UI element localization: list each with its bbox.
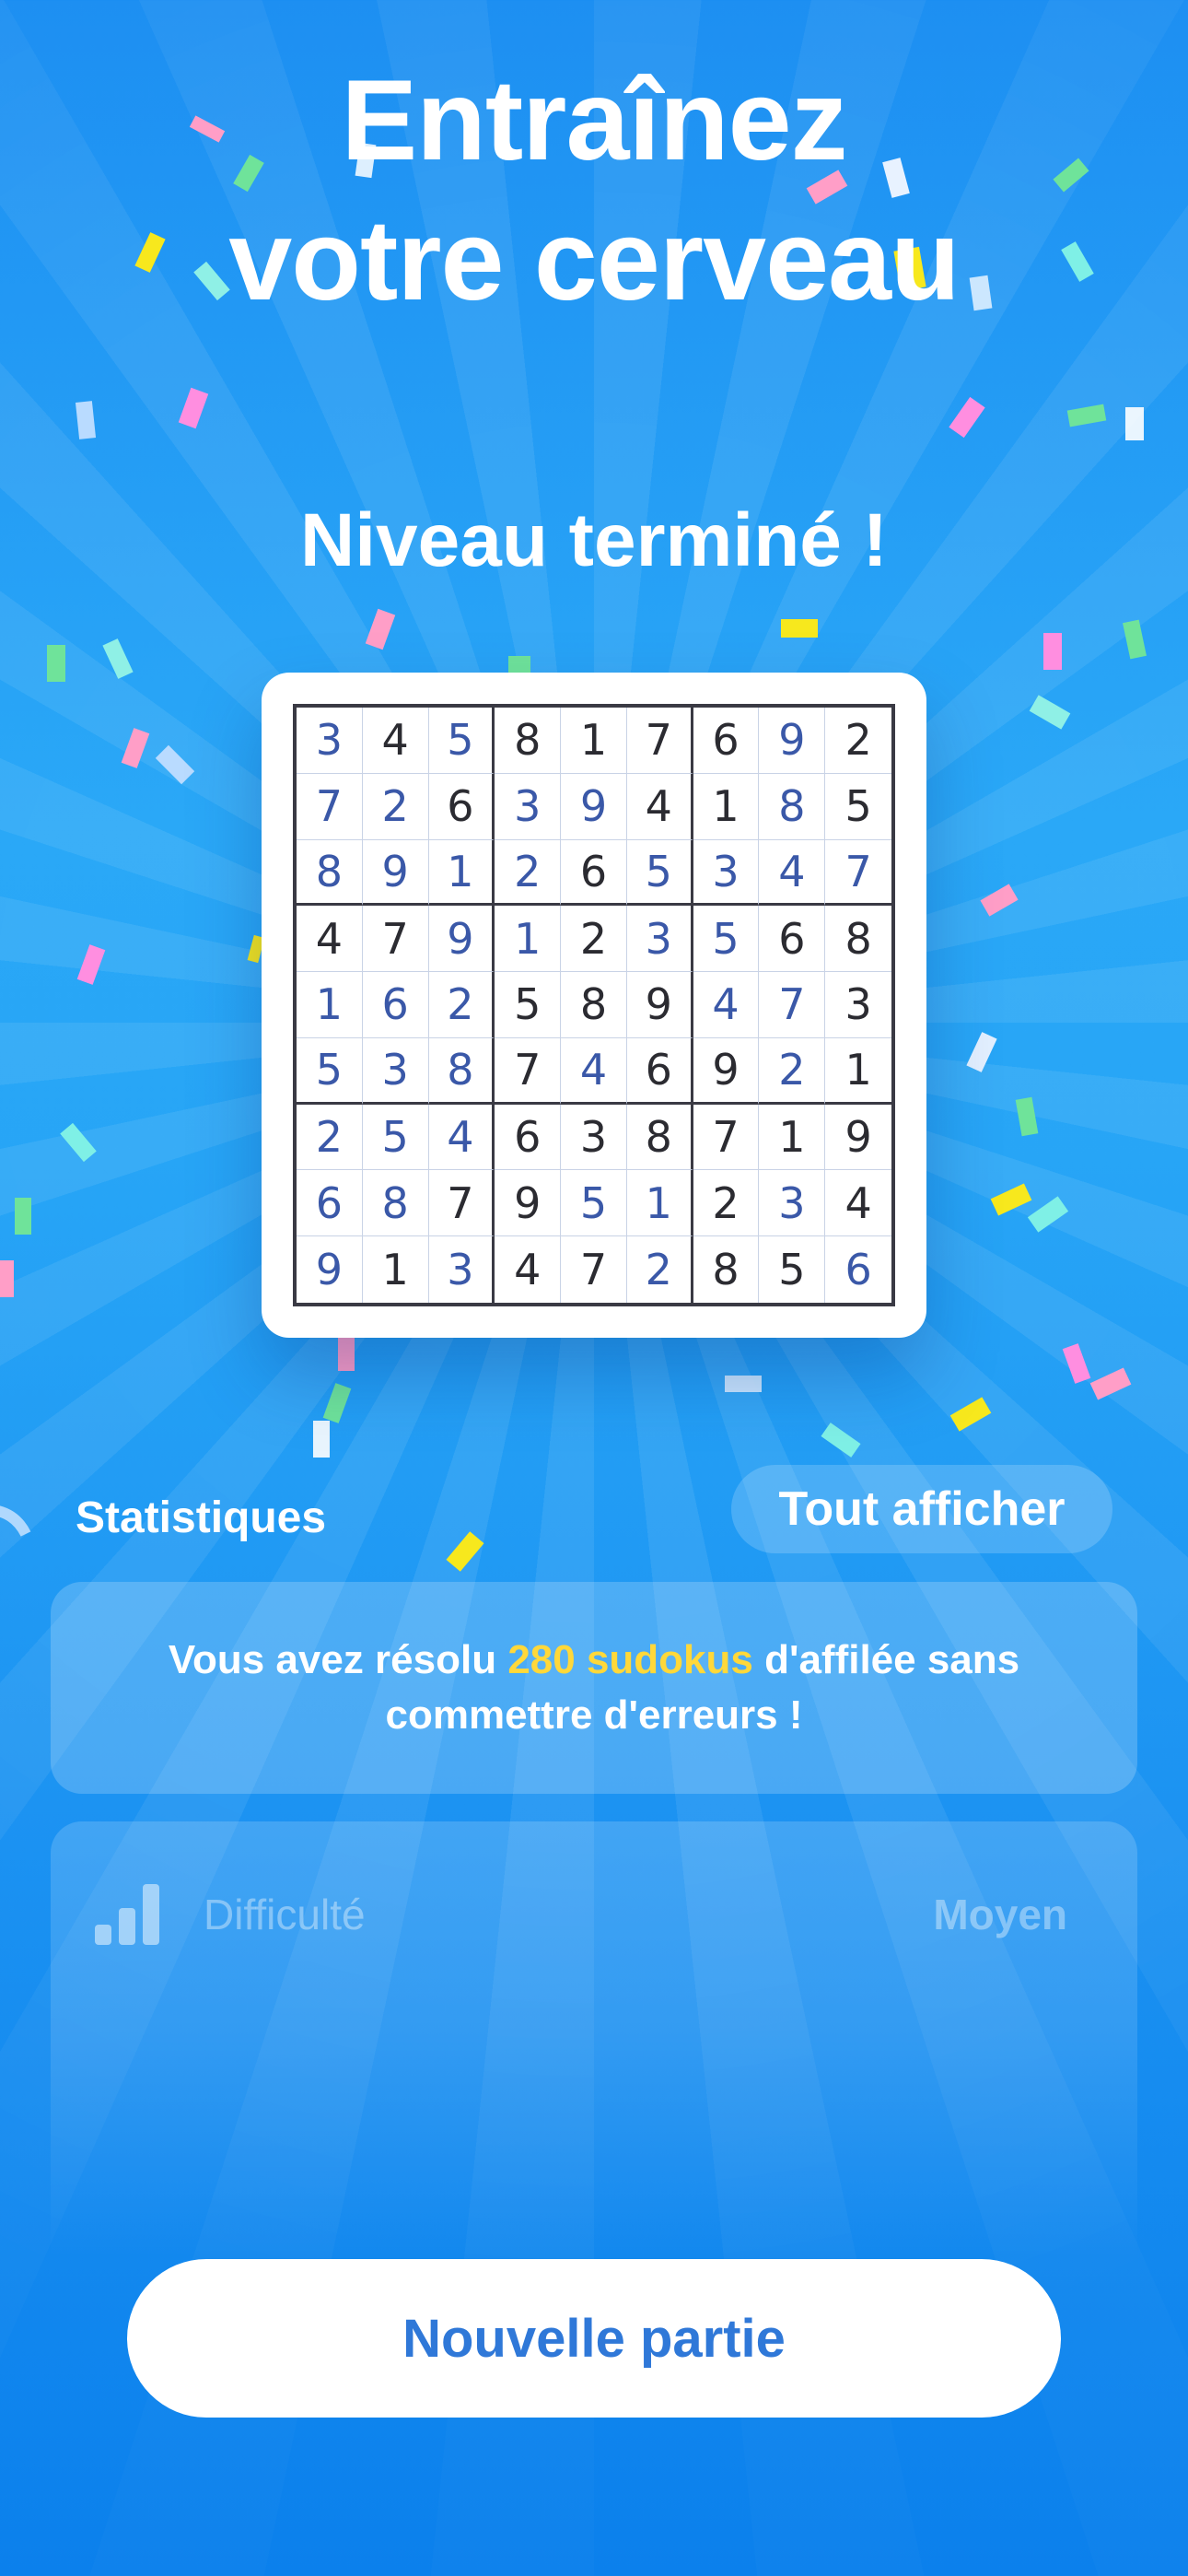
sudoku-cell: 1 bbox=[297, 972, 363, 1038]
sudoku-cell: 7 bbox=[825, 840, 891, 907]
sudoku-cell: 1 bbox=[693, 773, 760, 840]
sudoku-cell: 3 bbox=[759, 1170, 826, 1237]
sudoku-cell: 7 bbox=[759, 972, 826, 1038]
sudoku-cell: 7 bbox=[362, 906, 429, 973]
sudoku-cell: 3 bbox=[825, 972, 891, 1038]
sudoku-cell: 8 bbox=[362, 1170, 429, 1237]
new-game-button[interactable]: Nouvelle partie bbox=[127, 2259, 1061, 2418]
sudoku-cell: 9 bbox=[759, 708, 826, 774]
sudoku-cell: 2 bbox=[825, 708, 891, 774]
sudoku-board-card: 3458176927263941858912653474791235681625… bbox=[262, 673, 926, 1338]
sudoku-cell: 8 bbox=[626, 1104, 693, 1171]
sudoku-cell: 1 bbox=[825, 1038, 891, 1105]
sudoku-cell: 9 bbox=[693, 1037, 760, 1105]
sudoku-cell: 6 bbox=[297, 1170, 363, 1237]
sudoku-cell: 8 bbox=[693, 1236, 760, 1303]
sudoku-cell: 1 bbox=[626, 1170, 693, 1237]
sudoku-cell: 8 bbox=[825, 906, 891, 973]
sudoku-cell: 2 bbox=[627, 1236, 693, 1303]
sudoku-cell: 3 bbox=[693, 839, 760, 907]
sudoku-cell: 9 bbox=[626, 972, 693, 1038]
sudoku-cell: 8 bbox=[759, 773, 826, 840]
sudoku-cell: 6 bbox=[693, 708, 760, 774]
streak-message: Vous avez résolu 280 sudokus d'affilée s… bbox=[134, 1633, 1054, 1743]
headline-line2: votre cerveau bbox=[228, 197, 960, 324]
sudoku-cell: 2 bbox=[693, 1170, 760, 1237]
sudoku-cell: 7 bbox=[297, 773, 363, 840]
sudoku-cell: 3 bbox=[626, 906, 693, 973]
sudoku-cell: 6 bbox=[495, 1104, 562, 1171]
sudoku-cell: 9 bbox=[362, 839, 429, 907]
sudoku-cell: 2 bbox=[561, 906, 627, 973]
difficulty-label: Difficulté bbox=[204, 1891, 366, 1938]
sudoku-grid: 3458176927263941858912653474791235681625… bbox=[293, 704, 895, 1306]
sudoku-cell: 5 bbox=[759, 1236, 826, 1303]
sudoku-cell: 1 bbox=[495, 906, 562, 973]
headline-line1: Entraînez bbox=[341, 57, 847, 184]
sudoku-cell: 4 bbox=[428, 1104, 495, 1171]
sudoku-cell: 7 bbox=[693, 1104, 760, 1171]
sudoku-cell: 9 bbox=[825, 1105, 891, 1171]
sudoku-cell: 4 bbox=[561, 1037, 627, 1105]
sudoku-cell: 9 bbox=[495, 1170, 562, 1237]
sudoku-cell: 1 bbox=[759, 1104, 826, 1171]
sudoku-cell: 4 bbox=[297, 906, 363, 973]
sudoku-cell: 4 bbox=[693, 972, 760, 1038]
sudoku-cell: 2 bbox=[428, 972, 495, 1038]
sudoku-cell: 9 bbox=[428, 906, 495, 973]
sudoku-cell: 1 bbox=[363, 1236, 429, 1303]
sudoku-cell: 4 bbox=[759, 839, 826, 907]
sudoku-cell: 4 bbox=[362, 708, 429, 774]
sudoku-cell: 7 bbox=[626, 708, 693, 774]
sudoku-cell: 2 bbox=[362, 773, 429, 840]
sudoku-cell: 4 bbox=[825, 1170, 891, 1237]
view-all-button[interactable]: Tout afficher bbox=[731, 1465, 1112, 1553]
sudoku-cell: 1 bbox=[561, 708, 627, 774]
sudoku-cell: 8 bbox=[297, 839, 363, 907]
sudoku-cell: 4 bbox=[626, 773, 693, 840]
difficulty-value: Moyen bbox=[933, 1891, 1067, 1938]
sudoku-cell: 8 bbox=[428, 1037, 495, 1105]
sudoku-cell: 6 bbox=[561, 839, 627, 907]
sudoku-cell: 5 bbox=[561, 1170, 627, 1237]
sudoku-cell: 5 bbox=[626, 839, 693, 907]
sudoku-cell: 7 bbox=[495, 1037, 562, 1105]
sudoku-cell: 3 bbox=[561, 1104, 627, 1171]
sudoku-cell: 2 bbox=[759, 1037, 826, 1105]
sudoku-cell: 3 bbox=[495, 773, 562, 840]
sudoku-cell: 8 bbox=[561, 972, 627, 1038]
sudoku-cell: 3 bbox=[429, 1236, 495, 1303]
stats-title: Statistiques bbox=[76, 1493, 327, 1542]
sudoku-cell: 1 bbox=[428, 839, 495, 907]
sudoku-cell: 2 bbox=[297, 1104, 363, 1171]
streak-text-before: Vous avez résolu bbox=[168, 1637, 508, 1682]
difficulty-card: Difficulté Moyen bbox=[51, 1821, 1137, 2282]
sudoku-cell: 4 bbox=[495, 1236, 562, 1303]
sudoku-cell: 6 bbox=[362, 972, 429, 1038]
sudoku-cell: 7 bbox=[561, 1236, 627, 1303]
sudoku-cell: 6 bbox=[844, 1245, 872, 1295]
sudoku-cell: 5 bbox=[495, 972, 562, 1038]
sudoku-cell: 9 bbox=[297, 1236, 363, 1303]
streak-card: Vous avez résolu 280 sudokus d'affilée s… bbox=[51, 1582, 1137, 1794]
sudoku-cell: 5 bbox=[428, 708, 495, 774]
sudoku-cell: 5 bbox=[297, 1037, 363, 1105]
sudoku-cell: 6 bbox=[428, 773, 495, 840]
sudoku-cell: 8 bbox=[495, 708, 562, 774]
sudoku-cell: 3 bbox=[362, 1037, 429, 1105]
sudoku-cell: 5 bbox=[825, 774, 891, 840]
sudoku-cell: 3 bbox=[297, 708, 363, 774]
sudoku-cell: 2 bbox=[495, 839, 562, 907]
streak-highlight: 280 sudokus bbox=[507, 1637, 753, 1682]
sudoku-cell: 6 bbox=[759, 906, 826, 973]
bar-chart-icon bbox=[95, 1884, 159, 1945]
sudoku-cell: 5 bbox=[693, 906, 760, 973]
sudoku-cell: 6 bbox=[626, 1037, 693, 1105]
headline: Entraînez votre cerveau bbox=[0, 51, 1188, 331]
sudoku-cell: 5 bbox=[362, 1104, 429, 1171]
sudoku-cell: 9 bbox=[561, 773, 627, 840]
sudoku-cell: 7 bbox=[428, 1170, 495, 1237]
level-complete-title: Niveau terminé ! bbox=[300, 498, 888, 582]
